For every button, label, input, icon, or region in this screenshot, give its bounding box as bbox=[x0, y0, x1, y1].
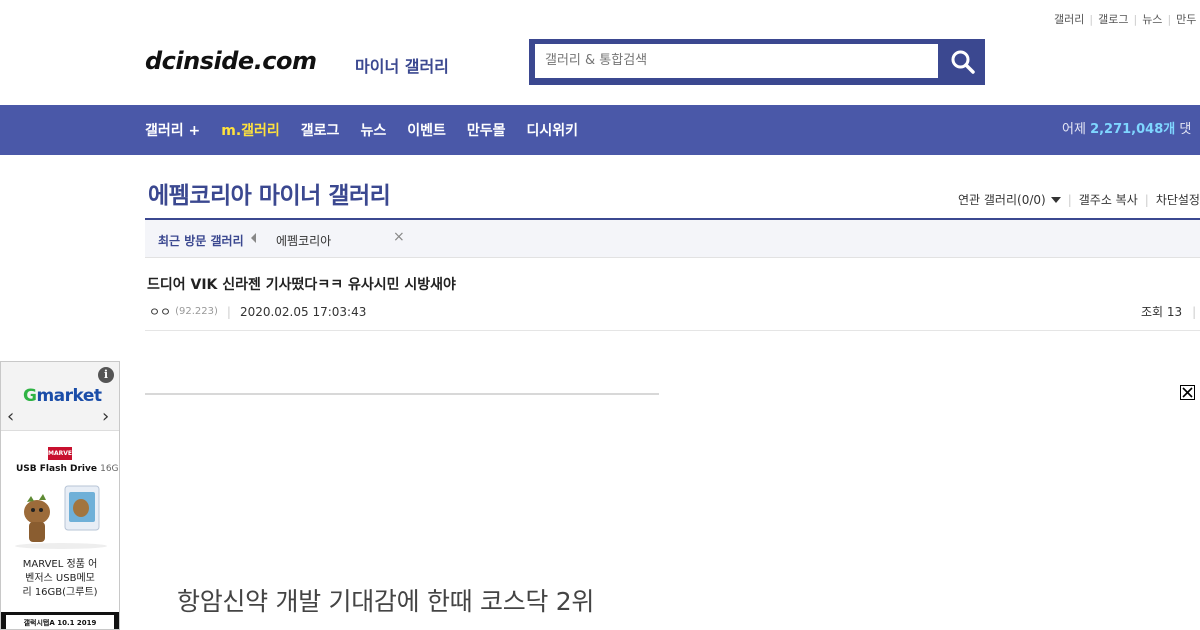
nav-item-gallery[interactable]: 갤러리 + bbox=[145, 120, 200, 140]
divider: | bbox=[1067, 192, 1072, 207]
content-rule bbox=[145, 393, 659, 395]
chevron-down-icon[interactable] bbox=[1050, 196, 1061, 203]
related-gallery-link[interactable]: 연관 갤러리(0/0) bbox=[958, 191, 1046, 208]
search-input[interactable] bbox=[535, 44, 938, 78]
content-headline: 항암신약 개발 기대감에 한때 코스닥 2위 bbox=[177, 587, 595, 616]
ad-product-line: USB Flash Drive 16G bbox=[16, 464, 119, 474]
stat-prefix: 어제 bbox=[1062, 122, 1086, 137]
nav-item-m-gallery[interactable]: m.갤러리 bbox=[221, 120, 280, 140]
divider: | bbox=[1167, 13, 1172, 26]
side-ad[interactable]: i Gmarket ‹ › MARVEL USB Flash Drive 16G… bbox=[0, 361, 120, 630]
logo-subtitle[interactable]: 마이너 갤러리 bbox=[355, 53, 449, 77]
nav-item-wiki[interactable]: 디시위키 bbox=[526, 120, 578, 140]
post-date: 2020.02.05 17:03:43 bbox=[239, 304, 367, 319]
search-button[interactable] bbox=[941, 39, 985, 85]
product-image bbox=[15, 485, 107, 549]
divider: | bbox=[1144, 192, 1149, 207]
divider: | bbox=[1192, 305, 1197, 319]
stat-suffix: 댓 bbox=[1179, 122, 1192, 137]
ad-description: MARVEL 정품 어 벤저스 USB메모 리 16GB(그루트) bbox=[22, 559, 98, 598]
chevron-left-icon[interactable]: ‹ bbox=[7, 406, 14, 427]
views-count: 조회 13 bbox=[1141, 305, 1183, 319]
nav-item-gallog[interactable]: 갤로그 bbox=[301, 120, 340, 140]
recent-galleries-bar: 최근 방문 갤러리 에펨코리아 × bbox=[145, 220, 1200, 258]
marvel-badge: MARVEL bbox=[48, 447, 76, 460]
nav-item-event[interactable]: 이벤트 bbox=[407, 120, 446, 140]
ad-close-button[interactable] bbox=[1180, 385, 1195, 400]
chevron-right-icon[interactable]: › bbox=[102, 406, 109, 427]
search-box bbox=[529, 39, 985, 85]
copy-address-link[interactable]: 갤주소 복사 bbox=[1079, 191, 1138, 208]
divider: | bbox=[1089, 13, 1094, 26]
ad-brand-logo: Gmarket bbox=[23, 386, 102, 406]
site-logo[interactable]: dcinside.com bbox=[145, 47, 317, 75]
post-title: 드디어 VIK 신라젠 기사떴다ㅋㅋ 유사시민 시방새야 bbox=[147, 277, 456, 293]
stat-value: 2,271,048개 bbox=[1090, 122, 1176, 137]
close-icon[interactable]: × bbox=[393, 229, 405, 245]
post-author[interactable]: ㅇㅇ bbox=[149, 303, 171, 320]
close-icon bbox=[1182, 387, 1193, 398]
search-icon bbox=[951, 50, 975, 74]
gallery-title[interactable]: 에펨코리아 마이너 갤러리 bbox=[148, 176, 391, 210]
caret-left-icon[interactable] bbox=[251, 233, 256, 243]
post-views: 조회 13 | bbox=[1141, 303, 1196, 320]
ad-next-product: 갤럭시탭A 10.1 2019 bbox=[1, 612, 119, 629]
util-link-mandu[interactable]: 만두 bbox=[1176, 13, 1196, 26]
post-author-ip: (92.223) bbox=[175, 306, 218, 317]
page: 갤러리 | 갤로그 | 뉴스 | 만두 dcinside.com 마이너 갤러리 갤러리 +… bbox=[0, 0, 1200, 630]
divider: | bbox=[1133, 13, 1138, 26]
ad-header: i Gmarket ‹ › bbox=[1, 362, 119, 431]
util-link-news[interactable]: 뉴스 bbox=[1142, 13, 1162, 26]
nav-item-mall[interactable]: 만두몰 bbox=[467, 120, 506, 140]
divider: | bbox=[226, 304, 231, 319]
info-icon[interactable]: i bbox=[98, 367, 114, 383]
util-link-gallog[interactable]: 갤로그 bbox=[1098, 13, 1128, 26]
block-settings-link[interactable]: 차단설정 bbox=[1156, 191, 1200, 208]
nav-item-news[interactable]: 뉴스 bbox=[360, 120, 386, 140]
utility-links: 갤러리 | 갤로그 | 뉴스 | 만두 bbox=[1054, 11, 1196, 27]
post-header-divider bbox=[145, 330, 1200, 331]
recent-gallery-item[interactable]: 에펨코리아 bbox=[276, 232, 331, 249]
main-nav: 갤러리 + m.갤러리 갤로그 뉴스 이벤트 만두몰 디시위키 어제 2,271… bbox=[0, 105, 1200, 155]
recent-label: 최근 방문 갤러리 bbox=[158, 234, 244, 248]
visitor-stat: 어제 2,271,048개 댓 bbox=[1062, 105, 1191, 155]
util-link-gallery[interactable]: 갤러리 bbox=[1054, 13, 1084, 26]
post-meta: ㅇㅇ (92.223) | 2020.02.05 17:03:43 bbox=[149, 303, 366, 320]
gallery-links: 연관 갤러리(0/0) | 갤주소 복사 | 차단설정 bbox=[958, 191, 1200, 208]
